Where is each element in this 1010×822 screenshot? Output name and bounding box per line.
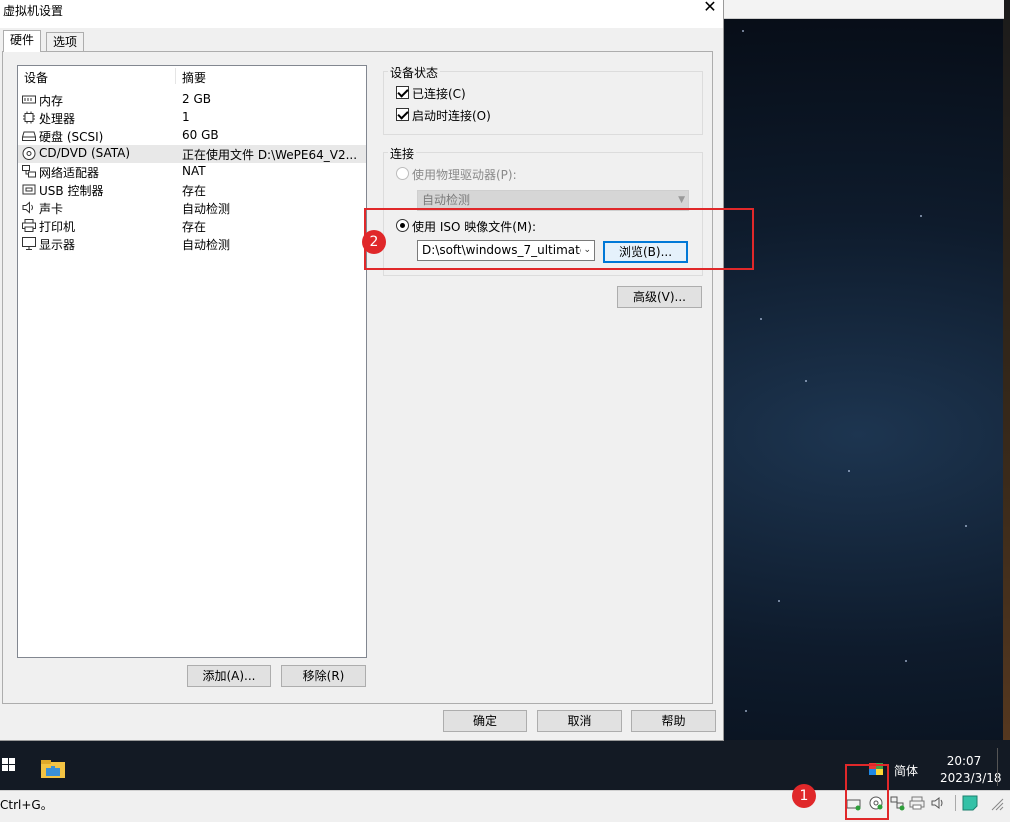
sound-status-icon[interactable] bbox=[930, 795, 946, 811]
tab-options[interactable]: 选项 bbox=[46, 32, 85, 52]
resize-grip-icon[interactable] bbox=[988, 795, 1004, 811]
device-name: 打印机 bbox=[39, 220, 76, 234]
star bbox=[965, 525, 967, 527]
clock-time: 20:07 bbox=[946, 754, 982, 768]
ok-button[interactable]: 确定 bbox=[443, 710, 527, 732]
device-summary: 正在使用文件 D:\WePE64_V2... bbox=[182, 148, 358, 162]
close-icon[interactable]: ✕ bbox=[700, 0, 720, 18]
usb-icon bbox=[22, 184, 36, 195]
taskbar-clock[interactable]: 20:07 2023/3/18 bbox=[940, 753, 1002, 787]
device-summary: 存在 bbox=[182, 184, 207, 198]
connect-on-start-checkbox[interactable] bbox=[396, 108, 409, 121]
printer-icon bbox=[22, 219, 36, 232]
device-list-header: 设备 摘要 bbox=[18, 66, 366, 86]
device-name: 内存 bbox=[39, 94, 64, 108]
device-row-printer[interactable]: 打印机 存在 bbox=[18, 217, 366, 235]
speaker-icon bbox=[22, 201, 33, 214]
device-summary: 自动检测 bbox=[182, 202, 231, 216]
device-name: 显示器 bbox=[39, 238, 76, 252]
vm-settings-dialog: 虚拟机设置 ✕ 硬件 选项 设备 摘要 内存 2 GB 处理器 1 硬盘 (SC… bbox=[0, 0, 724, 741]
physical-drive-radio[interactable] bbox=[396, 167, 409, 180]
device-summary: 存在 bbox=[182, 220, 207, 234]
network-status-icon[interactable] bbox=[889, 795, 905, 811]
column-divider[interactable] bbox=[175, 68, 176, 84]
tab-hardware[interactable]: 硬件 bbox=[3, 30, 42, 52]
memory-icon bbox=[22, 95, 36, 104]
connect-on-start-label[interactable]: 启动时连接(O) bbox=[412, 107, 491, 124]
star bbox=[760, 318, 762, 320]
connected-checkbox[interactable] bbox=[396, 86, 409, 99]
device-row-processor[interactable]: 处理器 1 bbox=[18, 109, 366, 127]
message-log-icon[interactable] bbox=[962, 795, 978, 811]
annotation-marker-2: 2 bbox=[362, 230, 386, 254]
clock-date: 2023/3/18 bbox=[940, 771, 1002, 785]
hard-disk-icon bbox=[22, 131, 36, 141]
file-explorer-icon[interactable] bbox=[41, 760, 65, 778]
device-row-cd-dvd[interactable]: CD/DVD (SATA) 正在使用文件 D:\WePE64_V2... bbox=[18, 145, 366, 163]
show-desktop-divider[interactable] bbox=[997, 748, 998, 786]
device-list[interactable]: 设备 摘要 内存 2 GB 处理器 1 硬盘 (SCSI) 60 GB CD/D… bbox=[17, 65, 367, 658]
annotation-box-iso bbox=[364, 208, 754, 270]
device-summary: 自动检测 bbox=[182, 238, 231, 252]
cancel-button[interactable]: 取消 bbox=[537, 710, 622, 732]
device-row-display[interactable]: 显示器 自动检测 bbox=[18, 235, 366, 253]
remove-device-button[interactable]: 移除(R) bbox=[281, 665, 366, 687]
device-summary: 1 bbox=[182, 110, 190, 124]
background-window-edge bbox=[1003, 0, 1010, 790]
windows-start-icon[interactable] bbox=[2, 758, 16, 772]
status-hint-text: Ctrl+G。 bbox=[0, 798, 53, 812]
device-row-sound[interactable]: 声卡 自动检测 bbox=[18, 199, 366, 217]
add-device-button[interactable]: 添加(A)... bbox=[187, 665, 271, 687]
device-row-hard-disk[interactable]: 硬盘 (SCSI) 60 GB bbox=[18, 127, 366, 145]
background-window-titlebar bbox=[724, 0, 1004, 19]
device-name: CD/DVD (SATA) bbox=[39, 146, 131, 160]
device-row-memory[interactable]: 内存 2 GB bbox=[18, 91, 366, 109]
help-button[interactable]: 帮助 bbox=[631, 710, 716, 732]
device-summary: NAT bbox=[182, 164, 206, 178]
device-status-title: 设备状态 bbox=[388, 64, 441, 81]
dialog-title-bar[interactable] bbox=[0, 0, 723, 28]
column-header-summary[interactable]: 摘要 bbox=[182, 69, 206, 86]
cpu-icon bbox=[23, 111, 35, 124]
star bbox=[920, 215, 922, 217]
star bbox=[905, 660, 907, 662]
connected-label[interactable]: 已连接(C) bbox=[412, 85, 466, 102]
star bbox=[745, 710, 747, 712]
device-name: 硬盘 (SCSI) bbox=[39, 130, 104, 144]
annotation-box-cd-status bbox=[845, 764, 889, 820]
star bbox=[742, 30, 744, 32]
device-name: 处理器 bbox=[39, 112, 76, 126]
printer-status-icon[interactable] bbox=[909, 795, 925, 811]
network-adapter-icon bbox=[22, 165, 36, 178]
cd-dvd-icon bbox=[22, 147, 36, 160]
monitor-icon bbox=[22, 237, 36, 250]
star bbox=[778, 600, 780, 602]
device-name: 网络适配器 bbox=[39, 166, 100, 180]
device-name: USB 控制器 bbox=[39, 184, 104, 198]
ime-mode-label[interactable]: 简体 bbox=[894, 762, 918, 779]
advanced-button[interactable]: 高级(V)... bbox=[617, 286, 702, 308]
star bbox=[848, 470, 850, 472]
dialog-title: 虚拟机设置 bbox=[3, 4, 64, 18]
device-row-usb[interactable]: USB 控制器 存在 bbox=[18, 181, 366, 199]
connection-title: 连接 bbox=[388, 145, 417, 162]
status-bar-divider bbox=[955, 795, 956, 811]
star bbox=[805, 380, 807, 382]
device-summary: 2 GB bbox=[182, 92, 211, 106]
device-summary: 60 GB bbox=[182, 128, 219, 142]
device-name: 声卡 bbox=[39, 202, 64, 216]
physical-drive-label[interactable]: 使用物理驱动器(P): bbox=[412, 166, 517, 183]
physical-drive-value: 自动检测 bbox=[422, 193, 471, 207]
device-row-network[interactable]: 网络适配器 NAT bbox=[18, 163, 366, 181]
annotation-marker-1: 1 bbox=[792, 784, 816, 808]
column-header-device[interactable]: 设备 bbox=[24, 69, 48, 86]
